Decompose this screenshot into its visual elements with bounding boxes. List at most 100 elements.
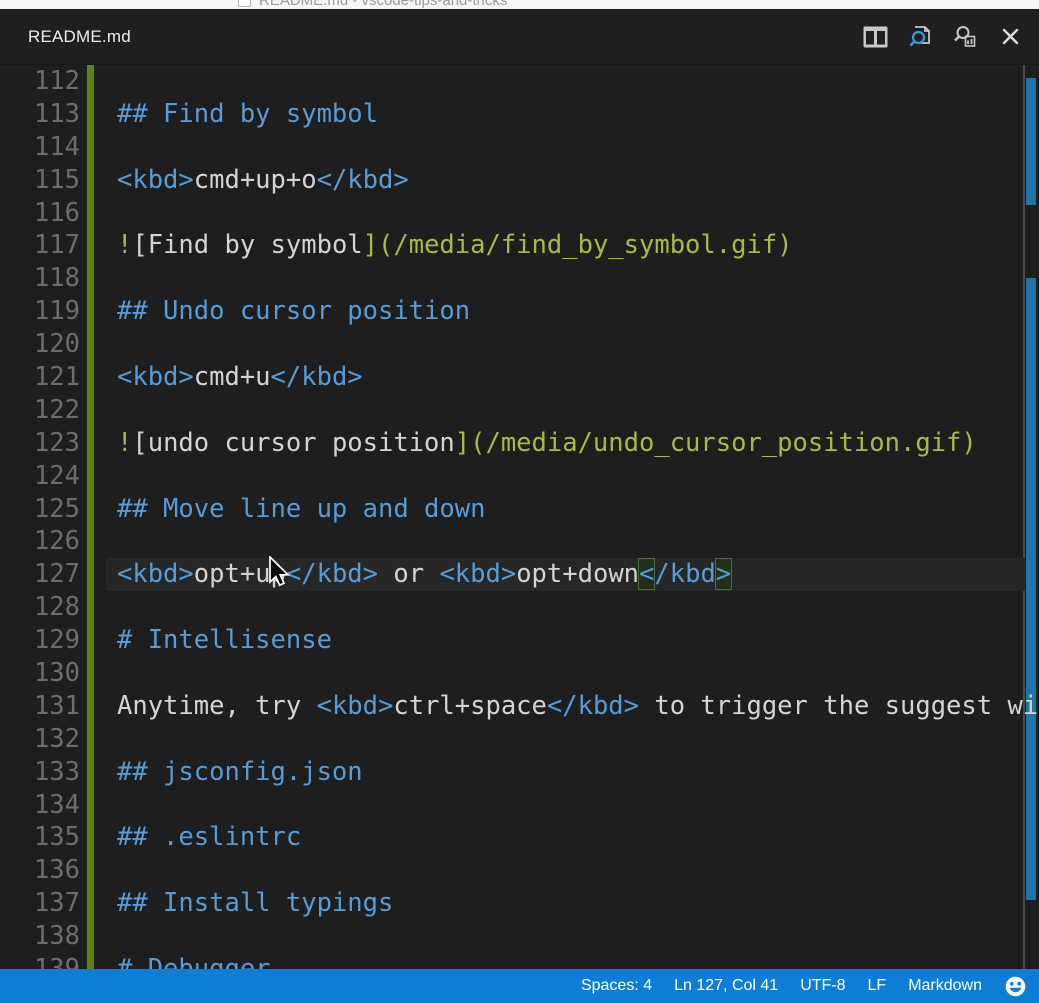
line-number[interactable]: 139 [0, 953, 80, 969]
editor-title-bar: README.md [0, 9, 1039, 65]
code-line[interactable]: 120 [0, 328, 1039, 361]
code-line[interactable]: 116 [0, 197, 1039, 230]
bracket-match: < [639, 559, 654, 589]
line-number[interactable]: 124 [0, 460, 80, 493]
code-text: ![Find by symbol](/media/find_by_symbol.… [117, 230, 793, 260]
open-preview-icon[interactable] [907, 24, 933, 50]
statusbar-item-lf[interactable]: LF [868, 977, 887, 995]
line-number[interactable]: 113 [0, 98, 80, 131]
split-editor-icon[interactable] [862, 24, 888, 50]
code-line[interactable]: 138 [0, 920, 1039, 953]
open-preview-side-icon[interactable] [952, 24, 978, 50]
token-tag: </kbd> [317, 165, 409, 195]
code-line[interactable]: 126 [0, 525, 1039, 558]
tab-title[interactable]: README.md [28, 27, 131, 47]
code-line[interactable]: 131 Anytime, try <kbd>ctrl+space</kbd> to… [0, 690, 1039, 723]
code-line[interactable]: 134 [0, 789, 1039, 822]
code-line[interactable]: 130 [0, 657, 1039, 690]
line-number[interactable]: 137 [0, 887, 80, 920]
code-text: <kbd>cmd+up+o</kbd> [117, 165, 409, 195]
line-number[interactable]: 129 [0, 624, 80, 657]
line-number[interactable]: 128 [0, 591, 80, 624]
token-tag: </kbd> [286, 559, 378, 589]
token-txt: opt+down [516, 559, 639, 589]
code-text: ## Undo cursor position [117, 296, 470, 326]
line-number[interactable]: 115 [0, 164, 80, 197]
line-number[interactable]: 127 [0, 558, 80, 591]
token-txt: [Find by symbol [132, 230, 362, 260]
line-number[interactable]: 119 [0, 295, 80, 328]
line-number[interactable]: 114 [0, 131, 80, 164]
token-h: # Intellisense [117, 625, 332, 655]
code-line[interactable]: 127<kbd>opt+up</kbd> or <kbd>opt+down</k… [0, 558, 1039, 591]
line-number[interactable]: 112 [0, 65, 80, 98]
code-line[interactable]: 132 [0, 723, 1039, 756]
line-number[interactable]: 123 [0, 427, 80, 460]
code-line[interactable]: 117 ![Find by symbol](/media/find_by_symb… [0, 229, 1039, 262]
token-txt: cmd+up+o [194, 165, 317, 195]
code-line[interactable]: 136 [0, 854, 1039, 887]
code-text: # Intellisense [117, 625, 332, 655]
line-number[interactable]: 118 [0, 262, 80, 295]
token-url: ](/media/find_by_symbol.gif) [363, 230, 793, 260]
code-line[interactable]: 125## Move line up and down [0, 493, 1039, 526]
code-line[interactable]: 124 [0, 460, 1039, 493]
bracket-match: > [716, 559, 731, 589]
code-line[interactable]: 118 [0, 262, 1039, 295]
token-h: ## Install typings [117, 888, 393, 918]
code-line[interactable]: 114 [0, 131, 1039, 164]
code-text: ## Install typings [117, 888, 393, 918]
line-number[interactable]: 138 [0, 920, 80, 953]
token-tag: <kbd> [317, 691, 394, 721]
code-line[interactable]: 119 ## Undo cursor position [0, 295, 1039, 328]
line-number[interactable]: 130 [0, 657, 80, 690]
statusbar-item-markdown[interactable]: Markdown [908, 977, 982, 995]
code-text: ## .eslintrc [117, 822, 301, 852]
line-number[interactable]: 134 [0, 789, 80, 822]
token-txt: cmd+u [194, 362, 271, 392]
line-number[interactable]: 122 [0, 394, 80, 427]
statusbar-item-utf-8[interactable]: UTF-8 [800, 977, 845, 995]
editor[interactable]: 112113## Find by symbol114115<kbd>cmd+up… [0, 65, 1039, 969]
feedback-smiley-icon[interactable] [1004, 975, 1027, 998]
token-txt: or [378, 559, 439, 589]
line-number[interactable]: 135 [0, 821, 80, 854]
line-number[interactable]: 133 [0, 756, 80, 789]
token-tag: <kbd> [439, 559, 516, 589]
line-number[interactable]: 126 [0, 525, 80, 558]
code-line[interactable]: 115 <kbd>cmd+up+o</kbd> [0, 164, 1039, 197]
code-text: <kbd>cmd+u</kbd> [117, 362, 363, 392]
line-number[interactable]: 120 [0, 328, 80, 361]
code-text: Anytime, try <kbd>ctrl+space</kbd> to tr… [117, 691, 1039, 721]
close-icon[interactable] [997, 24, 1023, 50]
line-number[interactable]: 136 [0, 854, 80, 887]
statusbar-item-ln-127-col-41[interactable]: Ln 127, Col 41 [674, 977, 778, 995]
code-line[interactable]: 121 <kbd>cmd+u</kbd> [0, 361, 1039, 394]
code-line[interactable]: 128 [0, 591, 1039, 624]
code-text: ## jsconfig.json [117, 757, 363, 787]
code-line[interactable]: 129 # Intellisense [0, 624, 1039, 657]
code-text: <kbd>opt+up</kbd> or <kbd>opt+down</kbd> [117, 559, 731, 589]
token-txt: Anytime, try [117, 691, 317, 721]
code-line[interactable]: 113## Find by symbol [0, 98, 1039, 131]
window-title: README.md - vscode-tips-and-tricks [259, 0, 507, 9]
token-tag: /kbd [654, 559, 715, 589]
line-number[interactable]: 125 [0, 493, 80, 526]
code-line[interactable]: 133 ## jsconfig.json [0, 756, 1039, 789]
line-number[interactable]: 116 [0, 197, 80, 230]
statusbar-item-spaces-4[interactable]: Spaces: 4 [581, 977, 652, 995]
line-number[interactable]: 131 [0, 690, 80, 723]
code-line[interactable]: 122 [0, 394, 1039, 427]
code-line[interactable]: 135 ## .eslintrc [0, 821, 1039, 854]
line-number[interactable]: 132 [0, 723, 80, 756]
line-number[interactable]: 117 [0, 229, 80, 262]
code-line[interactable]: 137 ## Install typings [0, 887, 1039, 920]
token-h: ## .eslintrc [117, 822, 301, 852]
code-line[interactable]: 139# Debugger [0, 953, 1039, 969]
code-line[interactable]: 112 [0, 65, 1039, 98]
code-line[interactable]: 123 ![undo cursor position](/media/undo_c… [0, 427, 1039, 460]
code-area[interactable]: 112113## Find by symbol114115<kbd>cmd+up… [0, 65, 1039, 969]
code-text: ![undo cursor position](/media/undo_curs… [117, 428, 977, 458]
line-number[interactable]: 121 [0, 361, 80, 394]
token-tag: <kbd> [117, 559, 194, 589]
